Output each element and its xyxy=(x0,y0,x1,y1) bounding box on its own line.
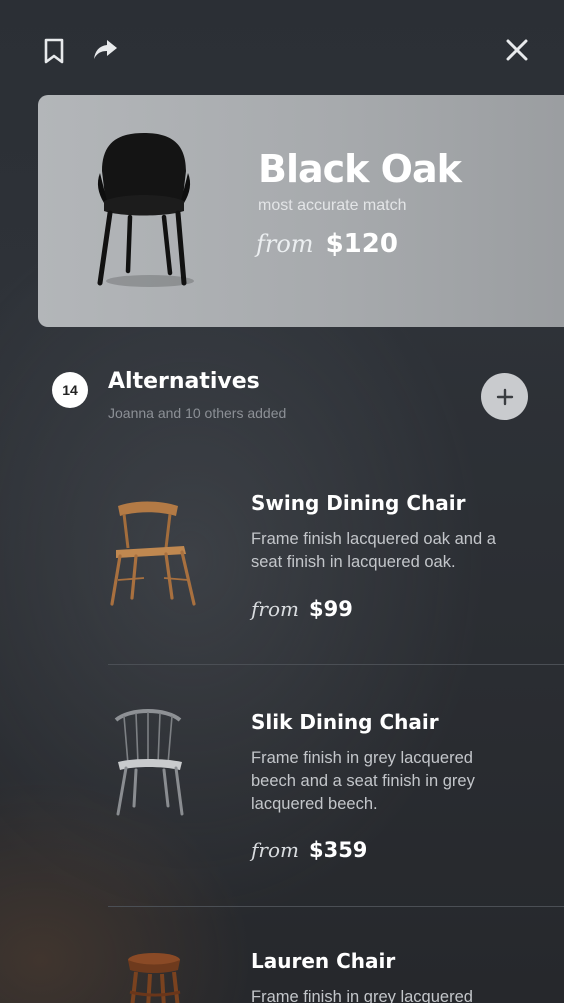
list-divider xyxy=(108,906,564,907)
item-name: Slik Dining Chair xyxy=(251,710,439,734)
alternative-item-swing-dining-chair[interactable]: Swing Dining Chair Frame finish lacquere… xyxy=(0,470,564,660)
top-bar xyxy=(0,0,564,100)
black-oak-chair-image xyxy=(97,133,194,287)
alternatives-count-badge: 14 xyxy=(52,372,88,408)
item-price: from $359 xyxy=(251,838,367,862)
item-description: Frame finish in grey lacquered beech and… xyxy=(251,749,475,813)
item-description: Frame finish lacquered oak and a seat fi… xyxy=(251,530,496,571)
item-price: from $99 xyxy=(251,597,353,621)
match-subtitle: most accurate match xyxy=(258,197,407,214)
item-name: Lauren Chair xyxy=(251,949,396,973)
lauren-chair-image xyxy=(128,953,181,1003)
item-name: Swing Dining Chair xyxy=(251,491,466,515)
alternatives-title: Alternatives xyxy=(108,369,260,394)
alternative-item-slik-dining-chair[interactable]: Slik Dining Chair Frame finish in grey l… xyxy=(0,690,564,900)
slik-dining-chair-image xyxy=(114,709,184,816)
from-label: from xyxy=(251,597,299,621)
close-icon[interactable] xyxy=(505,38,529,62)
alternative-item-lauren-chair[interactable]: Lauren Chair Frame finish in grey lacque… xyxy=(0,930,564,1003)
best-match-card[interactable]: Black Oak most accurate match from $120 xyxy=(38,95,564,327)
bookmark-icon[interactable] xyxy=(42,38,66,64)
price-amount: $359 xyxy=(308,838,368,862)
price-amount: $120 xyxy=(325,229,398,259)
price-amount: $99 xyxy=(308,597,353,621)
match-title: Black Oak xyxy=(258,147,462,191)
match-price: from $120 xyxy=(256,229,398,259)
share-icon[interactable] xyxy=(92,38,118,62)
from-label: from xyxy=(256,230,314,258)
plus-icon xyxy=(496,388,513,405)
from-label: from xyxy=(251,838,299,862)
item-description: Frame finish in grey lacquered xyxy=(251,988,473,1003)
swing-dining-chair-image xyxy=(110,501,196,606)
list-divider xyxy=(108,664,564,665)
alternatives-subtitle: Joanna and 10 others added xyxy=(108,405,287,421)
add-alternative-button[interactable] xyxy=(481,373,528,420)
